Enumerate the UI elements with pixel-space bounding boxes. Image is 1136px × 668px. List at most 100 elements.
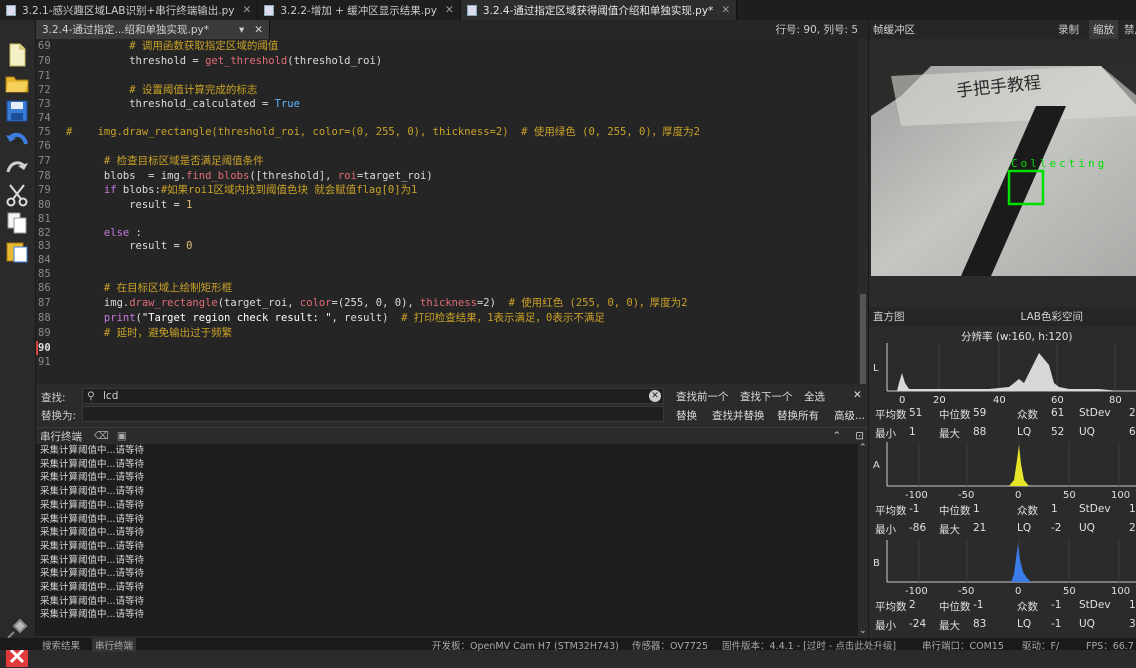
- stat-label-max: 最大: [939, 620, 960, 632]
- serial-line: 采集计算阈值中...请等待: [40, 540, 145, 552]
- close-icon[interactable]: ✕: [853, 389, 862, 401]
- status-bar: 搜索结果 串行终端 开发板：OpenMV Cam H7 (STM32H743) …: [0, 638, 1136, 652]
- record-button[interactable]: 录制: [1058, 22, 1079, 37]
- tick-label: -50: [958, 586, 974, 597]
- editor-header: 3.2.4-通过指定...绍和单独实现.py* ▾ ✕ 行号: 90, 列号: 5: [36, 20, 868, 39]
- serial-line: 采集计算阈值中...请等待: [40, 445, 145, 456]
- serial-line: 采集计算阈值中...请等待: [40, 609, 145, 621]
- replace-all-button[interactable]: 替换所有: [777, 408, 819, 423]
- python-file-icon: [466, 4, 477, 16]
- file-tab-2[interactable]: 3.2.2-增加 + 缓冲区显示结果.py ✕: [258, 0, 461, 20]
- find-input-value: lcd: [103, 390, 119, 402]
- stat-label-stdev: StDev: [1079, 599, 1111, 611]
- copy-icon[interactable]: [4, 210, 30, 236]
- histogram-a: A -100 -50 0 50 100: [873, 442, 1136, 501]
- scroll-down-icon[interactable]: ⌄: [859, 626, 867, 636]
- tick-label: 80: [1109, 395, 1122, 406]
- advanced-button[interactable]: 高级...: [834, 408, 865, 423]
- file-tab-label: 3.2.4-通过指定区域获得阈值介绍和单独实现.py*: [482, 4, 714, 17]
- scroll-up-icon[interactable]: ⌃: [859, 443, 867, 453]
- serial-line: 采集计算阈值中...请等待: [40, 554, 145, 566]
- document-selector-label: 3.2.4-通过指定...绍和单独实现.py*: [42, 24, 209, 36]
- histogram-l: L 0 20 40 60 80: [873, 343, 1136, 406]
- code-editor[interactable]: 69 # 调用函数获取指定区域的阈值 70 threshold = get_th…: [36, 39, 868, 384]
- chevron-down-icon[interactable]: ▾: [239, 24, 244, 36]
- new-file-icon[interactable]: [4, 42, 30, 68]
- stat-value-mean: 51: [909, 407, 923, 419]
- redo-icon[interactable]: [4, 154, 30, 180]
- tick-label: 0: [899, 395, 905, 406]
- cut-icon[interactable]: [4, 182, 30, 208]
- tick-label: 100: [1111, 586, 1130, 597]
- scrollbar-thumb[interactable]: [860, 294, 866, 384]
- stat-label-lq: LQ: [1017, 618, 1032, 630]
- file-tab-3[interactable]: 3.2.4-通过指定区域获得阈值介绍和单独实现.py* ✕: [460, 0, 738, 20]
- find-input[interactable]: ⚲ lcd ✕: [82, 388, 664, 404]
- color-space-selector[interactable]: LAB色彩空间: [1021, 309, 1083, 324]
- tick-label: 0: [1015, 586, 1021, 597]
- serial-terminal-output[interactable]: 采集计算阈值中...请等待 采集计算阈值中...请等待 采集计算阈值中...请等待采…: [36, 444, 858, 636]
- serial-terminal-header: 串行终端 ⌫ ▣ ⌃ ⊡: [36, 427, 868, 444]
- stat-label-median: 中位数: [939, 409, 971, 421]
- find-previous-button[interactable]: 查找前一个: [676, 389, 729, 404]
- serial-scrollbar[interactable]: ⌃ ⌄: [858, 443, 868, 636]
- close-icon[interactable]: ✕: [721, 4, 730, 16]
- stat-value-lq: 52: [1051, 426, 1065, 438]
- file-tab-bar: 3.2.1-感兴趣区域LAB识别+串行终端输出.py ✕ 3.2.2-增加 + 缓…: [0, 0, 1136, 20]
- replace-input[interactable]: [82, 406, 664, 422]
- document-selector[interactable]: 3.2.4-通过指定...绍和单独实现.py* ▾ ✕: [36, 20, 271, 39]
- cursor-position: 行号: 90, 列号: 5: [775, 24, 858, 36]
- clear-terminal-icon[interactable]: ⌫: [94, 430, 109, 442]
- tick-label: -100: [905, 586, 928, 597]
- file-tab-1[interactable]: 3.2.1-感兴趣区域LAB识别+串行终端输出.py ✕: [0, 0, 259, 20]
- close-icon[interactable]: ✕: [243, 4, 252, 16]
- collapse-icon[interactable]: ⌃: [832, 430, 841, 442]
- stat-value-median: 59: [973, 407, 987, 419]
- stat-value-uq: 63: [1129, 426, 1136, 438]
- serial-terminal-title: 串行终端: [40, 430, 82, 443]
- stat-value-stdev: 21: [1129, 407, 1136, 419]
- serial-line: 采集计算阈值中...请等待: [40, 595, 145, 607]
- undo-icon[interactable]: [4, 126, 30, 152]
- serial-line: 采集计算阈值中...请等待: [40, 582, 145, 593]
- disable-button[interactable]: 禁用: [1124, 22, 1136, 37]
- stat-label-uq: UQ: [1079, 522, 1095, 534]
- tick-label: 20: [933, 395, 946, 406]
- paste-icon[interactable]: [4, 238, 30, 264]
- serial-line: 采集计算阈值中...请等待: [40, 513, 145, 525]
- stat-value-uq: 3: [1129, 618, 1136, 630]
- close-icon[interactable]: ✕: [254, 24, 263, 36]
- find-next-button[interactable]: 查找下一个: [740, 389, 793, 404]
- find-and-replace-button[interactable]: 查找并替换: [712, 408, 765, 423]
- stat-label-min: 最小: [875, 620, 896, 632]
- histogram-header: 直方图 LAB色彩空间: [869, 307, 1136, 326]
- stat-label-median: 中位数: [939, 505, 971, 517]
- open-folder-icon[interactable]: [4, 70, 30, 96]
- stat-label-mode: 众数: [1017, 601, 1038, 613]
- save-icon[interactable]: ▣: [117, 430, 127, 442]
- clear-icon[interactable]: ✕: [649, 390, 661, 402]
- editor-scrollbar[interactable]: [858, 39, 868, 384]
- close-icon[interactable]: ✕: [445, 4, 454, 16]
- search-icon: ⚲: [87, 390, 95, 402]
- serial-line: 采集计算阈值中...请等待: [40, 527, 145, 539]
- save-icon[interactable]: [4, 98, 30, 124]
- resolution-label: 分辨率 (w:160, h:120): [961, 331, 1073, 343]
- zoom-button[interactable]: 缩放: [1089, 20, 1118, 39]
- frame-buffer-image[interactable]: 手把手教程 Collecting: [871, 66, 1136, 276]
- tick-label: 0: [1015, 490, 1021, 501]
- stat-value-median: -1: [973, 599, 984, 611]
- tick-label: -50: [958, 490, 974, 501]
- serial-line: 采集计算阈值中...请等待: [40, 472, 145, 484]
- find-replace-panel: 查找: 替换为: ⚲ lcd ✕ 查找前一个 查找下一个 全选 ✕ 替换 查找并替换…: [36, 386, 868, 424]
- tick-label: -100: [905, 490, 928, 501]
- camera-frame: 手把手教程 Collecting: [871, 66, 1136, 276]
- stat-value-mode: 1: [1051, 503, 1058, 515]
- select-all-button[interactable]: 全选: [804, 389, 825, 404]
- stat-value-max: 83: [973, 618, 987, 630]
- replace-button[interactable]: 替换: [676, 408, 697, 423]
- serial-line: 采集计算阈值中...请等待: [40, 486, 145, 498]
- stat-value-mode: 61: [1051, 407, 1065, 419]
- stat-value-median: 1: [973, 503, 980, 515]
- close-icon[interactable]: ⊡: [855, 430, 864, 442]
